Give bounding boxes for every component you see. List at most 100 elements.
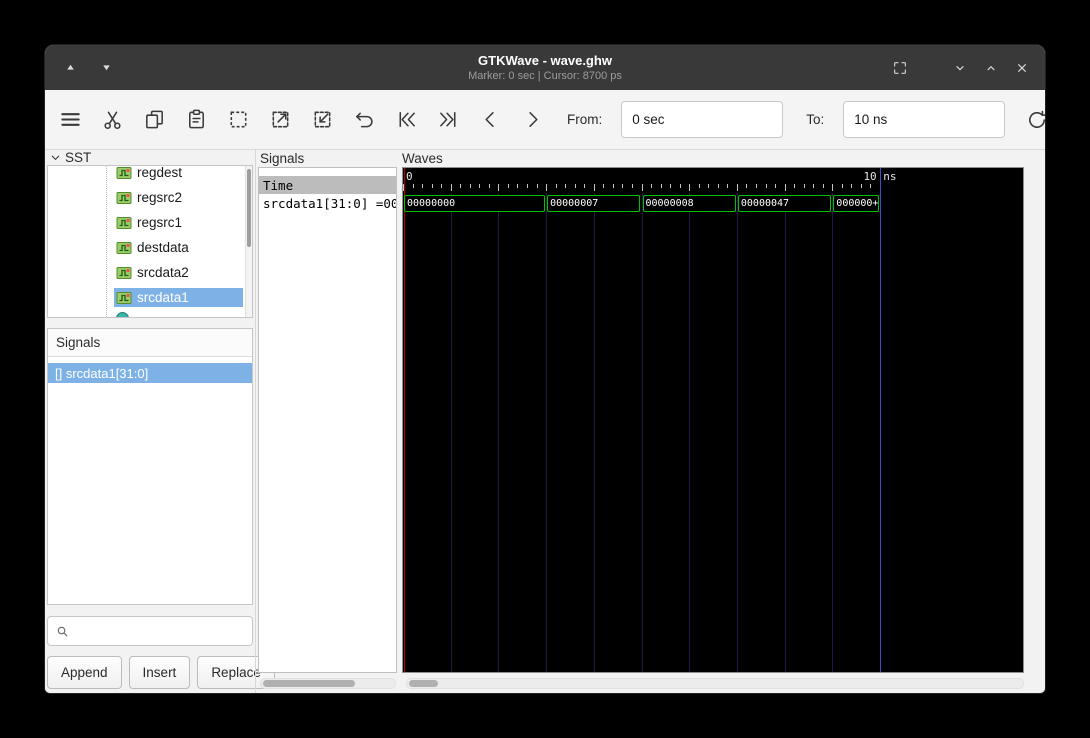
to-input[interactable] <box>843 101 1006 138</box>
signal-name-row[interactable]: srcdata1[31:0] =00 <box>259 194 396 212</box>
tree-scrollbar[interactable] <box>245 166 252 317</box>
names-scrollbar-thumb[interactable] <box>263 680 355 687</box>
zoom-in-icon <box>272 111 289 128</box>
timeline-tick <box>832 184 834 191</box>
skip-end-icon <box>440 112 456 127</box>
signal-icon <box>116 291 132 304</box>
zoom-fit-icon <box>230 111 247 128</box>
sst-tree-item[interactable]: regsrc1 <box>48 210 252 235</box>
gridline <box>498 193 500 672</box>
sst-expander[interactable]: SST <box>50 150 91 165</box>
timeline-tick <box>822 184 824 188</box>
signal-icon <box>116 191 132 204</box>
time-row[interactable]: Time <box>259 176 396 194</box>
timeline-tick <box>488 184 490 188</box>
signal-names-panel[interactable]: Time srcdata1[31:0] =00 <box>258 167 397 673</box>
waves-panel-title: Waves <box>402 151 443 166</box>
from-input[interactable] <box>621 101 784 138</box>
timeline-tick <box>698 184 700 188</box>
timeline-tick <box>746 184 748 188</box>
timeline-tick <box>660 184 662 188</box>
sst-tree-item[interactable]: srcdata1 <box>48 285 252 310</box>
titlebar[interactable]: GTKWave - wave.ghw Marker: 0 sec | Curso… <box>45 45 1045 90</box>
signal-search-box[interactable] <box>47 616 253 646</box>
menu-button[interactable] <box>59 107 82 132</box>
sst-tree-item[interactable]: srcdata2 <box>48 260 252 285</box>
marker-line <box>404 168 405 672</box>
waves-scrollbar[interactable] <box>406 678 1024 689</box>
signal-icon <box>116 241 132 254</box>
zoom-fit-button[interactable] <box>227 107 250 132</box>
zoom-in-button[interactable] <box>269 107 292 132</box>
sst-tree-item[interactable]: regdest <box>48 166 252 185</box>
paste-icon <box>189 109 204 129</box>
timeline-tick <box>641 184 643 191</box>
sst-label: SST <box>65 150 92 165</box>
tree-scrollbar-thumb[interactable] <box>247 169 251 247</box>
paste-button[interactable] <box>185 107 208 132</box>
gridline <box>689 193 691 672</box>
triangle-up-icon <box>66 64 74 70</box>
step-forward-button[interactable] <box>521 107 544 132</box>
insert-button[interactable]: Insert <box>128 656 191 689</box>
close-button[interactable] <box>1009 55 1035 81</box>
sst-tree-item[interactable]: destdata <box>48 235 252 260</box>
timeline-tick <box>708 184 710 188</box>
gridline <box>784 193 786 672</box>
titlebar-down-button[interactable] <box>93 55 119 81</box>
copy-button[interactable] <box>143 107 166 132</box>
tree-item-label: regsrc2 <box>137 190 183 205</box>
timeline-tick <box>469 184 471 188</box>
timeline-tick <box>775 184 777 188</box>
chevron-up-icon <box>987 65 995 70</box>
minimize-button[interactable] <box>947 55 973 81</box>
append-button[interactable]: Append <box>47 656 122 689</box>
tree-item-clipped-icon <box>116 312 129 317</box>
zoom-out-button[interactable] <box>311 107 334 132</box>
timeline-tick <box>841 184 843 188</box>
skip-start-icon <box>399 112 415 127</box>
timeline-tick <box>412 184 414 188</box>
bus-segment: 000000+ <box>833 195 879 212</box>
titlebar-up-button[interactable] <box>57 55 83 81</box>
timeline-tick <box>870 184 872 188</box>
timeline-tick <box>651 184 653 188</box>
wave-area[interactable]: 0 10 ns 00000000 00000007 00000008 00000047… <box>402 167 1024 673</box>
bus-segment: 00000007 <box>547 195 641 212</box>
timeline-tick <box>527 184 529 188</box>
signals-filter-selected-row[interactable]: [] srcdata1[31:0] <box>48 363 252 383</box>
sst-tree-item[interactable]: regsrc2 <box>48 185 252 210</box>
timeline-tick <box>765 184 767 188</box>
close-icon <box>1018 63 1026 72</box>
timeline-tick <box>507 184 509 188</box>
reload-icon <box>1028 110 1045 128</box>
skip-end-button[interactable] <box>437 107 460 132</box>
tree-item-label: destdata <box>137 240 189 255</box>
timeline-tick <box>460 184 462 188</box>
left-pane-divider <box>255 150 256 693</box>
gridline <box>832 193 834 672</box>
timeline-tick <box>546 184 548 191</box>
names-scrollbar[interactable] <box>260 678 396 689</box>
desktop-background: GTKWave - wave.ghw Marker: 0 sec | Curso… <box>0 0 1090 738</box>
signal-search-input[interactable] <box>76 623 245 639</box>
timeline-tick <box>860 184 862 188</box>
timeline-tick <box>441 184 443 188</box>
signal-icon <box>116 216 132 229</box>
tree-item-label: regsrc1 <box>137 215 183 230</box>
sst-tree-panel[interactable]: regdest regsrc2 regsrc1 destdata srcdata… <box>47 165 253 318</box>
restore-button[interactable] <box>887 55 913 81</box>
maximize-button[interactable] <box>978 55 1004 81</box>
cut-button[interactable] <box>101 107 124 132</box>
gridline <box>880 168 881 672</box>
signal-icon <box>116 266 132 279</box>
step-back-button[interactable] <box>479 107 502 132</box>
timeline-tick <box>794 184 796 188</box>
timeline-tick <box>612 184 614 188</box>
skip-start-button[interactable] <box>395 107 418 132</box>
bus-segment: 00000000 <box>404 195 546 212</box>
undo-button[interactable] <box>353 107 376 132</box>
waves-scrollbar-thumb[interactable] <box>409 680 438 687</box>
reload-button[interactable] <box>1024 107 1045 132</box>
timeline-tick <box>755 184 757 188</box>
